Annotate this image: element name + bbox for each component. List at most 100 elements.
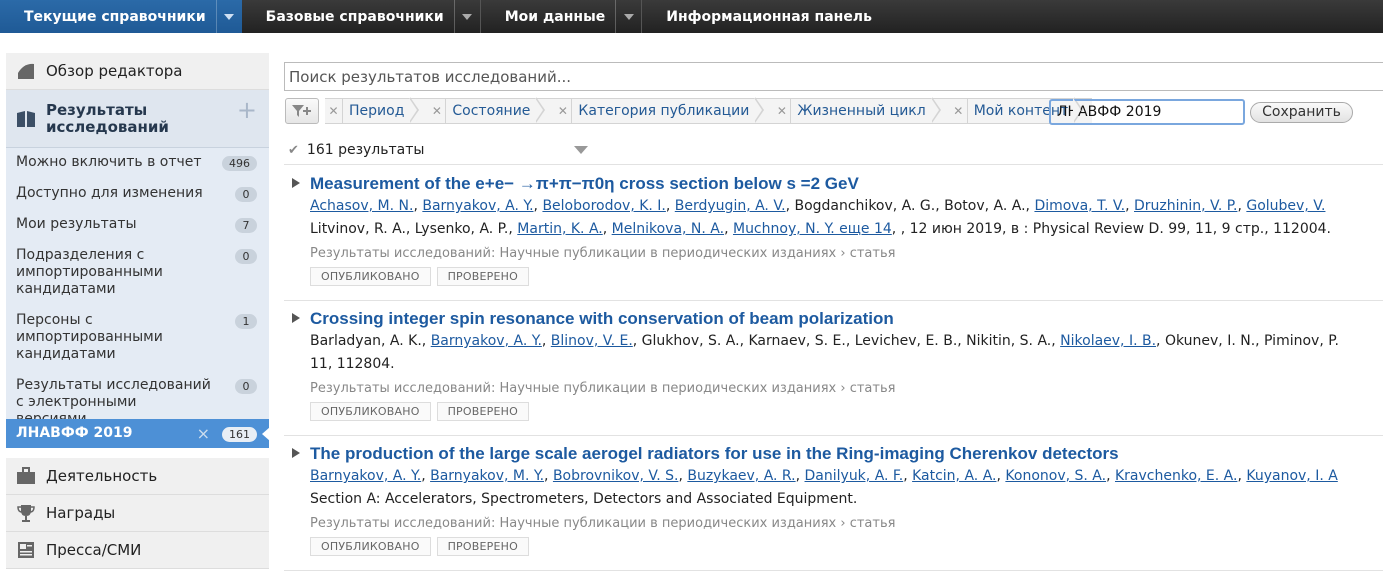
list-item[interactable]: Доступно для изменения 0 — [6, 179, 269, 210]
list-item-label: Персоны с импортированными кандидатами — [16, 312, 163, 362]
filter-bar: ✕ Период ✕ Состояние ✕ Категория публика… — [285, 97, 1093, 125]
citation-text: Barladyan, A. K., — [310, 333, 431, 349]
author-link[interactable]: Barnyakov, M. Y. — [430, 468, 544, 484]
author-link[interactable]: Barnyakov, A. Y. — [422, 198, 533, 214]
citation-text: , — [724, 221, 733, 237]
result-title-link[interactable]: Crossing integer spin resonance with con… — [310, 308, 1383, 330]
list-item-label: ЛНАВФФ 2019 — [16, 425, 133, 441]
citation-text: , — [541, 333, 551, 349]
tab-base-references[interactable]: Базовые справочники — [242, 0, 480, 33]
add-icon[interactable]: + — [237, 96, 257, 124]
sidebar-item-activity[interactable]: Деятельность — [6, 458, 269, 495]
citation-text: , — [903, 468, 913, 484]
citation-text: , Glukhov, S. A., Karnaev, S. E., Levich… — [632, 333, 1061, 349]
close-icon[interactable]: × — [197, 424, 210, 443]
citation-text: Litvinov, R. A., Lysenko, A. P., — [310, 221, 518, 237]
sidebar-item-research-results[interactable]: Результаты исследований + — [6, 90, 269, 148]
chevron-right-icon — [535, 97, 546, 124]
author-link[interactable]: Barnyakov, A. Y. — [431, 333, 542, 349]
author-link[interactable]: Beloborodov, K. I. — [542, 198, 665, 214]
close-icon[interactable]: ✕ — [325, 99, 343, 123]
author-link[interactable]: Buzykaev, A. R. — [687, 468, 795, 484]
status-badge: ОПУБЛИКОВАНО — [310, 267, 431, 286]
filter-chip-status[interactable]: ✕ Состояние — [428, 97, 555, 124]
chevron-down-icon[interactable] — [615, 0, 641, 33]
book-icon — [16, 109, 36, 129]
select-all-checkbox-icon[interactable]: ✔ — [288, 143, 299, 158]
citation-text: 11, 112804. — [310, 356, 395, 372]
briefcase-icon — [16, 466, 36, 486]
add-filter-button[interactable] — [285, 98, 319, 124]
author-link[interactable]: Kuyanov, I. A — [1246, 468, 1337, 484]
author-link[interactable]: Berdyugin, A. V. — [675, 198, 786, 214]
sidebar-item-awards[interactable]: Награды — [6, 495, 269, 532]
author-link[interactable]: Melnikova, N. A. — [612, 221, 724, 237]
author-link[interactable]: Katcin, A. A. — [912, 468, 996, 484]
save-button[interactable]: Сохранить — [1250, 102, 1353, 123]
list-item-selected[interactable]: ЛНАВФФ 2019 × 161 — [6, 419, 270, 448]
list-item[interactable]: Подразделения с импортированными кандида… — [6, 241, 269, 306]
filter-chip-period[interactable]: ✕ Период — [325, 97, 429, 124]
author-link[interactable]: Kravchenko, E. A. — [1115, 468, 1237, 484]
status-badge: ОПУБЛИКОВАНО — [310, 402, 431, 421]
list-item[interactable]: Можно включить в отчет 496 — [6, 148, 269, 179]
sidebar-item-press[interactable]: Пресса/СМИ — [6, 532, 269, 569]
filter-chip-publication-category[interactable]: ✕ Категория публикации — [554, 97, 774, 124]
close-icon[interactable]: ✕ — [428, 99, 447, 123]
result-title-link[interactable]: Measurement of the e+e− →π+π−π0η cross s… — [310, 173, 1383, 195]
sidebar-item-label: Деятельность — [46, 467, 158, 485]
list-item-label: Мои результаты — [16, 216, 137, 232]
filter-add-icon — [292, 105, 311, 117]
author-link[interactable]: Barnyakov, A. Y. — [310, 468, 421, 484]
sort-dropdown-icon[interactable] — [574, 146, 589, 154]
chevron-down-icon[interactable] — [453, 0, 480, 33]
author-link[interactable]: Kononov, S. A. — [1005, 468, 1106, 484]
filter-chip-lifecycle[interactable]: ✕ Жизненный цикл — [773, 97, 950, 124]
result-title-link[interactable]: The production of the large scale aeroge… — [310, 443, 1383, 465]
author-link[interactable]: Achasov, M. N. — [310, 198, 413, 214]
result-item: Measurement of the e+e− →π+π−π0η cross s… — [284, 166, 1383, 301]
count-badge: 0 — [235, 379, 257, 394]
result-item: Crossing integer spin resonance with con… — [284, 301, 1383, 436]
sidebar-item-editor-overview[interactable]: Обзор редактора — [6, 53, 269, 90]
expand-arrow-icon[interactable] — [292, 313, 300, 323]
author-link[interactable]: Danilyuk, A. F. — [805, 468, 904, 484]
author-link[interactable]: Dimova, T. V. — [1034, 198, 1125, 214]
status-badge: ОПУБЛИКОВАНО — [310, 537, 431, 556]
chevron-down-icon[interactable] — [215, 0, 242, 33]
sidebar-item-label: Награды — [46, 504, 116, 522]
list-item-label: Можно включить в отчет — [16, 154, 202, 170]
tab-my-data[interactable]: Мои данные — [481, 0, 642, 33]
tab-current-references[interactable]: Текущие справочники — [0, 0, 242, 33]
close-icon[interactable]: ✕ — [773, 99, 792, 123]
search-input[interactable]: Поиск результатов исследований... — [284, 62, 1383, 91]
citation-text: , — [1125, 198, 1134, 214]
expand-arrow-icon[interactable] — [292, 448, 300, 458]
author-link[interactable]: Golubev, V. — [1246, 198, 1325, 214]
close-icon[interactable]: ✕ — [950, 99, 968, 123]
author-link[interactable]: Blinov, V. E. — [551, 333, 633, 349]
list-item[interactable]: Мои результаты 7 — [6, 210, 269, 241]
expand-arrow-icon[interactable] — [292, 178, 300, 188]
author-link[interactable]: Martin, K. A. — [517, 221, 602, 237]
spacer — [6, 448, 269, 458]
tab-dashboard[interactable]: Информационная панель — [642, 0, 896, 33]
result-type-path: Результаты исследований: Научные публика… — [310, 381, 896, 396]
list-item[interactable]: Результаты исследований с электронными в… — [6, 371, 269, 427]
list-item-label: Доступно для изменения — [16, 185, 203, 201]
tab-label: Мои данные — [504, 8, 606, 25]
chevron-right-icon — [930, 97, 942, 124]
chart-icon — [16, 61, 36, 81]
citation-text: , — [602, 221, 612, 237]
sidebar-item-label: Пресса/СМИ — [46, 541, 142, 559]
result-authors: Achasov, M. N., Barnyakov, A. Y., Belobo… — [310, 195, 1383, 218]
citation-text: , — [544, 468, 553, 484]
author-link[interactable]: Muchnoy, N. Y. еще 14 — [733, 221, 892, 237]
author-link[interactable]: Bobrovnikov, V. S. — [553, 468, 679, 484]
close-icon[interactable]: ✕ — [554, 99, 573, 123]
list-item[interactable]: Персоны с импортированными кандидатами 1 — [6, 306, 269, 371]
author-link[interactable]: Nikolaev, I. B. — [1060, 333, 1156, 349]
citation-text: , — [421, 468, 431, 484]
author-link[interactable]: Druzhinin, V. P. — [1134, 198, 1237, 214]
citation-text: Section A: Accelerators, Spectrometers, … — [310, 491, 858, 507]
